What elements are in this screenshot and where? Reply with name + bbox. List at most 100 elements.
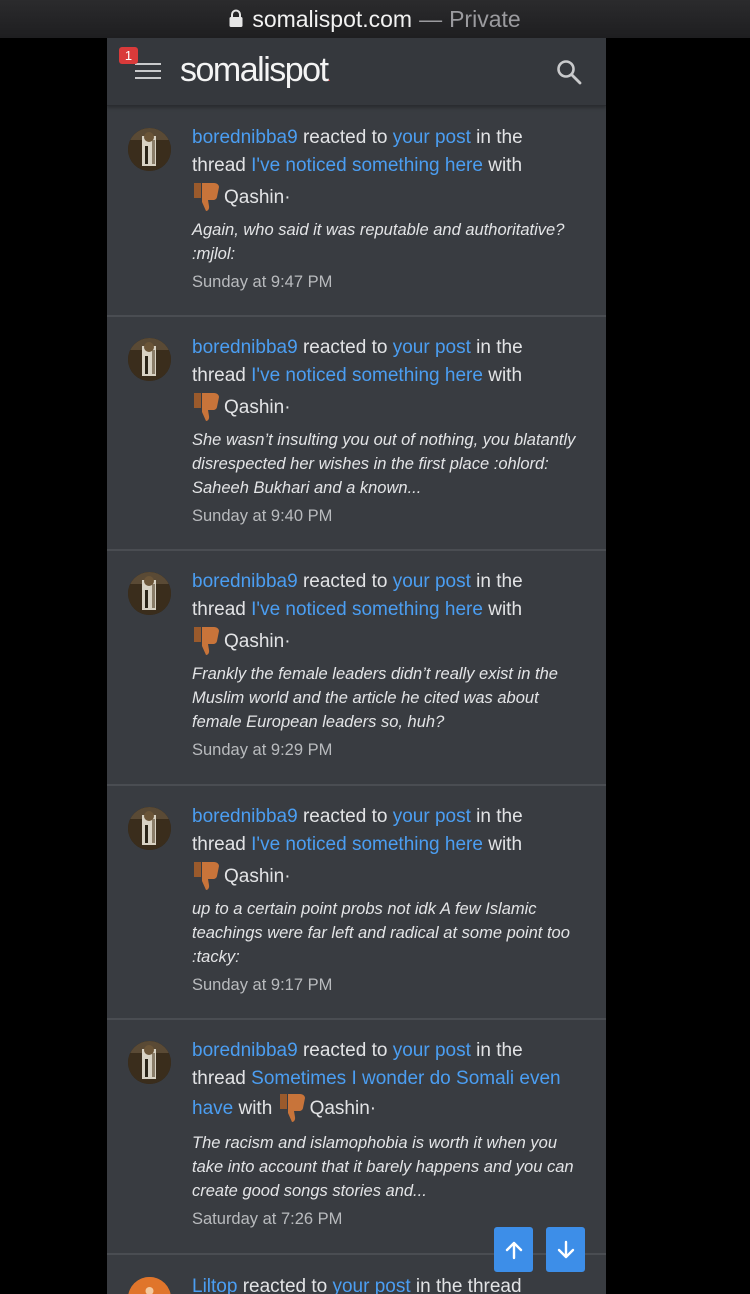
post-snippet: The racism and islamophobia is worth it …	[192, 1134, 574, 1200]
browser-url-bar[interactable]: somalispot.com — Private	[0, 0, 750, 38]
scroll-up-button[interactable]	[494, 1227, 533, 1272]
reacted-to-text: reacted to	[302, 1040, 388, 1061]
thread-word: thread	[192, 365, 246, 386]
avatar[interactable]	[128, 572, 171, 615]
reaction-line: Qashin·	[192, 390, 587, 426]
post-snippet: up to a certain point probs not idk A fe…	[192, 900, 570, 966]
username-link[interactable]: borednibba9	[192, 571, 298, 592]
thumbs-down-icon	[194, 626, 219, 655]
your-post-link[interactable]: your post	[332, 1276, 410, 1294]
thread-link[interactable]: I've noticed something here	[251, 365, 483, 386]
alert-text: borednibba9 reacted to your post in the	[192, 334, 587, 362]
alert-content: borednibba9 reacted to your post in the …	[192, 1037, 587, 1230]
alert-text: Liltop reacted to your post in the threa…	[192, 1273, 587, 1294]
scroll-down-button[interactable]	[546, 1227, 585, 1272]
thumbs-down-icon	[194, 182, 219, 211]
reaction-name: Qashin	[224, 631, 285, 652]
alert-text: borednibba9 reacted to your post in the	[192, 568, 587, 596]
avatar[interactable]	[128, 338, 171, 381]
avatar-image	[128, 572, 171, 615]
reacted-to-text: reacted to	[302, 127, 388, 148]
alert-text: borednibba9 reacted to your post in the	[192, 124, 587, 152]
avatar[interactable]	[128, 128, 171, 171]
reaction-line: Qashin·	[192, 624, 587, 660]
thread-word: thread	[192, 599, 246, 620]
in-the-text: in the	[476, 337, 523, 358]
reaction-line: Qashin·	[192, 180, 587, 216]
thread-link[interactable]: I've noticed something here	[251, 834, 483, 855]
alert-text: borednibba9 reacted to your post in the	[192, 803, 587, 831]
reacted-to-text: reacted to	[302, 337, 388, 358]
alert-text-thread: thread I've noticed something here with	[192, 362, 587, 390]
alert-item[interactable]: borednibba9 reacted to your post in the …	[107, 786, 606, 1020]
avatar-image	[128, 338, 171, 381]
logo-text: somalispot	[180, 51, 329, 89]
hamburger-icon[interactable]	[135, 63, 161, 81]
app-container: 1 somalispot. borednibba9 reacted to you…	[107, 38, 606, 1294]
reacted-to-text: reacted to	[302, 806, 388, 827]
thread-link[interactable]: I've noticed something here	[251, 599, 483, 620]
alert-time[interactable]: Sunday at 9:40 PM	[192, 505, 587, 527]
site-logo[interactable]: somalispot.	[180, 51, 331, 90]
avatar[interactable]	[128, 1041, 171, 1084]
with-text: with	[238, 1098, 273, 1120]
in-the-text: in the	[476, 1040, 523, 1061]
alert-text-thread: thread I've noticed something here with	[192, 596, 587, 624]
alert-content: borednibba9 reacted to your post in the …	[192, 334, 587, 527]
thread-link[interactable]: I've noticed something here	[251, 155, 483, 176]
avatar[interactable]	[128, 807, 171, 850]
avatar-image	[128, 1041, 171, 1084]
alert-content: borednibba9 reacted to your post in the …	[192, 568, 587, 761]
avatar-image	[128, 1277, 171, 1294]
thumbs-down-icon	[279, 1094, 305, 1122]
alert-content: borednibba9 reacted to your post in the …	[192, 803, 587, 996]
in-the-text: in the	[476, 571, 523, 592]
with-text: with	[488, 155, 523, 176]
your-post-link[interactable]: your post	[393, 806, 471, 827]
reacted-to-text: reacted to	[242, 1276, 328, 1294]
your-post-link[interactable]: your post	[393, 1040, 471, 1061]
post-snippet: Again, who said it was reputable and aut…	[192, 221, 565, 263]
username-link[interactable]: borednibba9	[192, 337, 298, 358]
logo-dot: .	[327, 70, 331, 84]
thread-word: thread	[192, 1068, 246, 1089]
search-icon[interactable]	[555, 58, 583, 86]
alert-text-thread: thread Sometimes I wonder do Somali even…	[192, 1065, 587, 1125]
alert-text-thread: thread I've noticed something here with	[192, 152, 587, 180]
your-post-link[interactable]: your post	[393, 337, 471, 358]
username-link[interactable]: Liltop	[192, 1276, 237, 1294]
post-snippet: She wasn’t insulting you out of nothing,…	[192, 431, 576, 497]
thumbs-down-icon	[194, 861, 219, 890]
avatar-image	[128, 807, 171, 850]
reaction-line: Qashin·	[192, 859, 587, 895]
arrow-up-icon	[505, 1241, 522, 1259]
private-mode-label: Private	[449, 5, 521, 32]
alert-item[interactable]: borednibba9 reacted to your post in the …	[107, 107, 606, 317]
alert-item[interactable]: borednibba9 reacted to your post in the …	[107, 317, 606, 551]
username-link[interactable]: borednibba9	[192, 806, 298, 827]
alert-content: Liltop reacted to your post in the threa…	[192, 1273, 587, 1294]
avatar[interactable]	[128, 1277, 171, 1294]
lock-icon	[229, 9, 243, 27]
reaction-name: Qashin	[309, 1098, 370, 1120]
username-link[interactable]: borednibba9	[192, 127, 298, 148]
your-post-link[interactable]: your post	[393, 127, 471, 148]
thread-word: thread	[192, 155, 246, 176]
reaction-name: Qashin	[224, 397, 285, 418]
thumbs-down-icon	[194, 392, 219, 421]
with-text: with	[488, 599, 523, 620]
alert-time[interactable]: Sunday at 9:47 PM	[192, 271, 587, 293]
alerts-list: borednibba9 reacted to your post in the …	[107, 107, 606, 1294]
alert-time[interactable]: Sunday at 9:29 PM	[192, 739, 587, 761]
post-snippet: Frankly the female leaders didn’t really…	[192, 665, 558, 731]
your-post-link[interactable]: your post	[393, 571, 471, 592]
alert-item[interactable]: borednibba9 reacted to your post in the …	[107, 1020, 606, 1255]
username-link[interactable]: borednibba9	[192, 1040, 298, 1061]
alert-item[interactable]: borednibba9 reacted to your post in the …	[107, 551, 606, 786]
in-the-thread-text: in the thread	[415, 1276, 522, 1294]
in-the-text: in the	[476, 806, 523, 827]
reaction-name: Qashin	[224, 187, 285, 208]
alert-content: borednibba9 reacted to your post in the …	[192, 124, 587, 293]
alert-time[interactable]: Sunday at 9:17 PM	[192, 974, 587, 996]
in-the-text: in the	[476, 127, 523, 148]
